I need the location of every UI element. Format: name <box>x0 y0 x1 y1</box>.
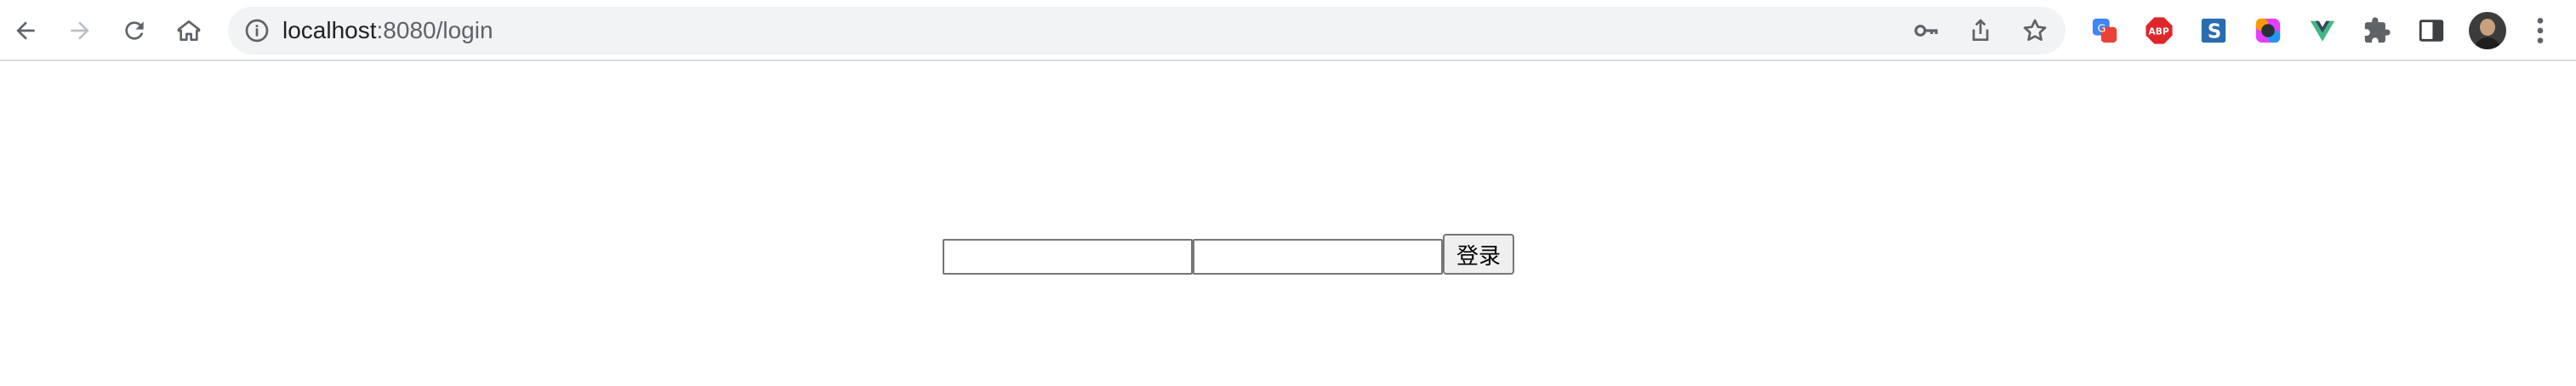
avatar-body <box>2474 37 2501 49</box>
puzzle-extensions-icon[interactable] <box>2360 14 2394 48</box>
google-translate-extension-icon[interactable]: G <box>2088 14 2122 48</box>
url-path: :8080/login <box>376 17 493 43</box>
svg-text:G: G <box>2098 22 2106 35</box>
password-input[interactable] <box>1193 239 1443 275</box>
svg-text:S: S <box>2208 21 2221 43</box>
info-icon[interactable] <box>243 17 271 44</box>
reload-icon[interactable] <box>117 14 151 48</box>
forward-arrow-icon[interactable] <box>63 14 97 48</box>
username-input[interactable] <box>943 239 1193 275</box>
side-panel-icon[interactable] <box>2414 14 2448 48</box>
login-button[interactable]: 登录 <box>1443 234 1514 275</box>
login-form: 登录 <box>943 234 1514 275</box>
kebab-menu-icon[interactable] <box>2527 14 2554 48</box>
key-icon[interactable] <box>1912 17 1940 44</box>
url-host: localhost <box>282 17 377 43</box>
back-arrow-icon[interactable] <box>9 14 43 48</box>
url-text: localhost:8080/login <box>282 17 493 44</box>
adblock-plus-icon[interactable]: ABP <box>2142 14 2176 48</box>
avatar[interactable] <box>2469 12 2506 49</box>
page-content: 登录 <box>0 61 2576 386</box>
s-extension-icon[interactable]: S <box>2197 14 2231 48</box>
color-picker-extension-icon[interactable] <box>2251 14 2285 48</box>
share-icon[interactable] <box>1967 17 1994 44</box>
svg-text:ABP: ABP <box>2149 26 2169 37</box>
browser-toolbar: localhost:8080/login G ABP S <box>0 0 2576 61</box>
star-icon[interactable] <box>2021 17 2049 44</box>
avatar-face <box>2480 19 2495 36</box>
address-bar[interactable]: localhost:8080/login <box>228 7 2066 54</box>
home-icon[interactable] <box>172 14 206 48</box>
vue-devtools-icon[interactable] <box>2305 14 2339 48</box>
